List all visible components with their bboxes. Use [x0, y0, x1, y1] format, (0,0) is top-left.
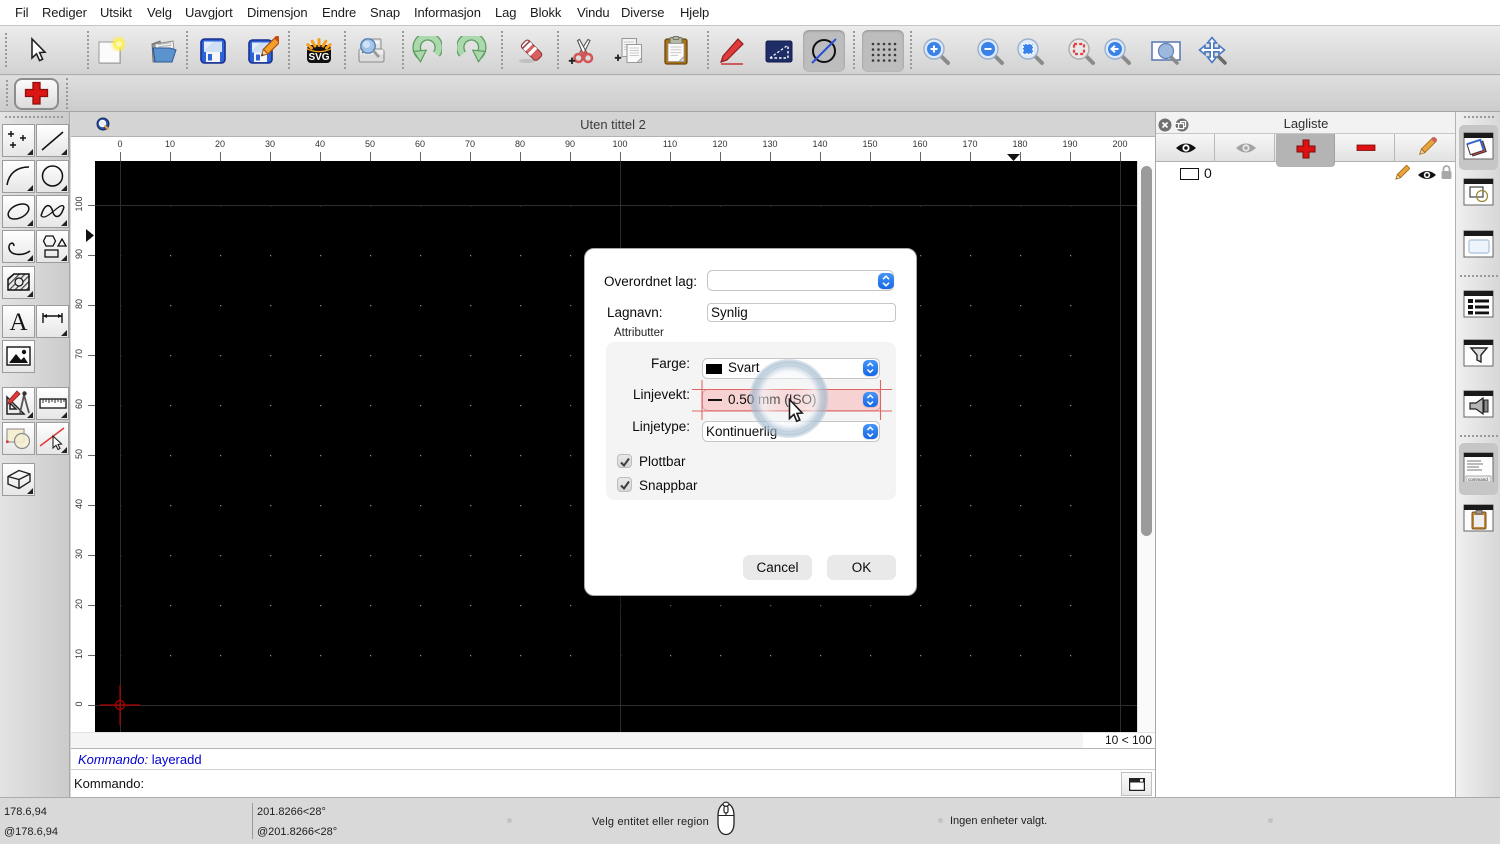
svg-text:SVG: SVG	[308, 52, 329, 63]
svg-text:A: A	[9, 309, 27, 336]
svg-text:command: command	[1468, 477, 1488, 482]
